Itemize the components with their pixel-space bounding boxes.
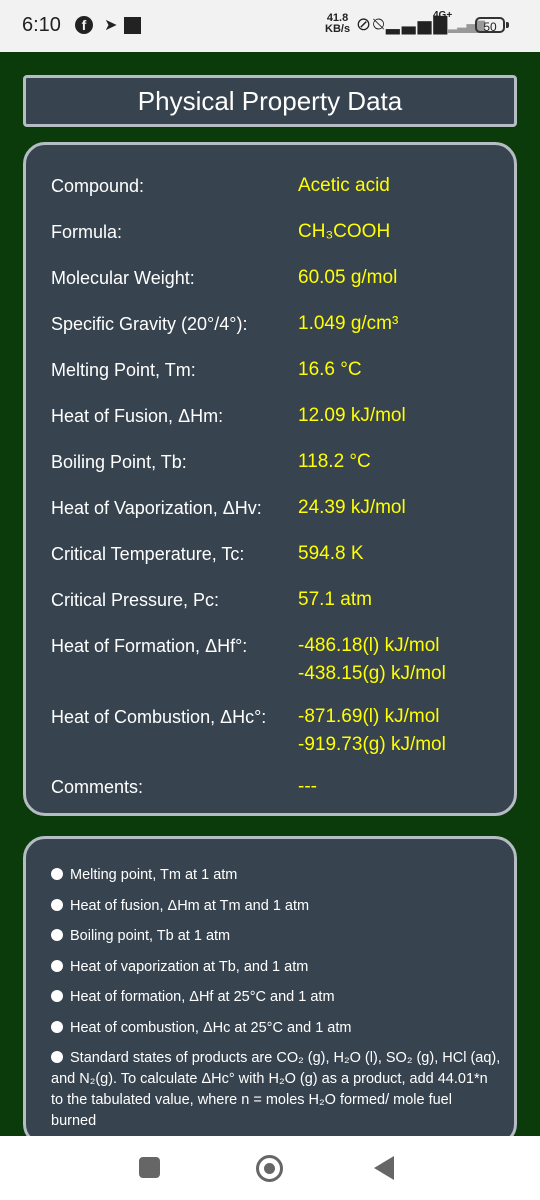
property-label: Compound:: [51, 176, 145, 196]
page-title: Physical Property Data: [23, 75, 517, 127]
note-item: Heat of vaporization at Tb, and 1 atm: [51, 957, 308, 978]
note-text: Heat of formation, ΔHf at 25°C and 1 atm: [70, 989, 335, 1005]
property-value-secondary: -919.73(g) kJ/mol: [298, 734, 446, 755]
property-value: 1.049 g/cm³: [298, 313, 399, 334]
home-button[interactable]: [256, 1155, 283, 1182]
facebook-notification-icon: f: [75, 16, 93, 34]
bullet-icon: [51, 960, 63, 972]
property-value: 24.39 kJ/mol: [298, 497, 406, 518]
property-value: 594.8 K: [298, 543, 364, 564]
network-speed: 41.8 KB/s: [325, 13, 350, 35]
property-label: Heat of Vaporization, ΔHv:: [51, 498, 262, 518]
property-value: Acetic acid: [298, 175, 390, 196]
note-text: Melting point, Tm at 1 atm: [70, 867, 238, 883]
property-value: 12.09 kJ/mol: [298, 405, 406, 426]
property-value-secondary: -438.15(g) kJ/mol: [298, 663, 446, 684]
property-label: Melting Point, Tm:: [51, 360, 196, 380]
status-time: 6:10: [22, 14, 61, 36]
note-item: Standard states of products are CO₂ (g),…: [51, 1048, 501, 1132]
bullet-icon: [51, 1051, 63, 1063]
note-item: Heat of formation, ΔHf at 25°C and 1 atm: [51, 987, 335, 1008]
app-notification-icon: [124, 17, 141, 34]
property-label: Heat of Combustion, ΔHc°:: [51, 707, 267, 727]
bullet-icon: [51, 899, 63, 911]
property-label: Specific Gravity (20°/4°):: [51, 314, 248, 334]
property-value: ---: [298, 776, 317, 797]
bullet-icon: [51, 868, 63, 880]
property-label: Critical Temperature, Tc:: [51, 544, 245, 564]
property-label: Heat of Formation, ΔHf°:: [51, 636, 248, 656]
bullet-icon: [51, 1021, 63, 1033]
battery-icon: 50: [475, 17, 505, 34]
alarm-off-icon: ⍉: [373, 14, 386, 34]
property-label: Comments:: [51, 777, 144, 797]
note-item: Heat of fusion, ΔHm at Tm and 1 atm: [51, 896, 309, 917]
back-button[interactable]: [374, 1156, 394, 1180]
property-label: Formula:: [51, 222, 123, 242]
note-text: Heat of vaporization at Tb, and 1 atm: [70, 959, 309, 975]
property-value: 118.2 °C: [298, 451, 371, 472]
note-text: Heat of combustion, ΔHc at 25°C and 1 at…: [70, 1020, 352, 1036]
note-text: Boiling point, Tb at 1 atm: [70, 928, 231, 944]
link-icon: ⊘: [356, 14, 374, 34]
property-value: 16.6 °C: [298, 359, 362, 380]
property-value: 60.05 g/mol: [298, 267, 398, 288]
note-text: Standard states of products are CO₂ (g),…: [51, 1050, 501, 1129]
property-label: Heat of Fusion, ΔHm:: [51, 406, 224, 426]
bullet-icon: [51, 929, 63, 941]
property-value: -871.69(l) kJ/mol: [298, 706, 440, 727]
network-speed-unit: KB/s: [325, 23, 351, 35]
property-label: Boiling Point, Tb:: [51, 452, 187, 472]
property-value: CH₃COOH: [298, 221, 391, 242]
property-value: 57.1 atm: [298, 589, 372, 610]
property-label: Critical Pressure, Pc:: [51, 590, 220, 610]
battery-tip: [506, 22, 509, 28]
status-bar: 6:10 f ➤ 41.8 KB/s ⊘⍉▂▃▅▇ 4G+ ▂▃▅▇ 50: [0, 0, 540, 52]
property-card: Compound: Acetic acid Formula: CH₃COOH M…: [23, 142, 517, 816]
note-item: Boiling point, Tb at 1 atm: [51, 926, 230, 947]
note-item: Melting point, Tm at 1 atm: [51, 865, 237, 886]
property-value: -486.18(l) kJ/mol: [298, 635, 440, 656]
send-notification-icon: ➤: [104, 17, 118, 34]
notes-card: Melting point, Tm at 1 atm Heat of fusio…: [23, 836, 517, 1146]
property-label: Molecular Weight:: [51, 268, 195, 288]
bullet-icon: [51, 990, 63, 1002]
note-text: Heat of fusion, ΔHm at Tm and 1 atm: [70, 898, 310, 914]
navigation-bar: [0, 1136, 540, 1200]
recent-apps-button[interactable]: [139, 1157, 160, 1178]
note-item: Heat of combustion, ΔHc at 25°C and 1 at…: [51, 1018, 351, 1039]
